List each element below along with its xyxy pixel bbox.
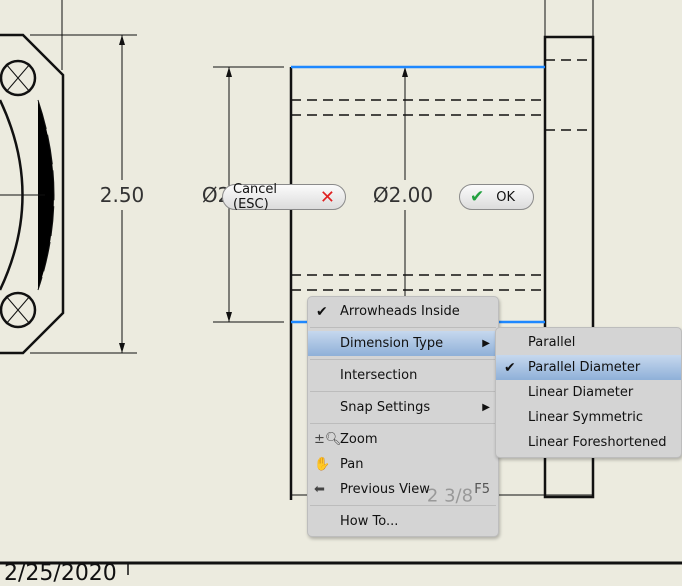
menu-label: Pan (340, 457, 364, 472)
menu-label: Previous View (340, 482, 430, 497)
separator (310, 359, 496, 360)
menu-item-snap-settings[interactable]: Snap Settings ▶ (308, 395, 498, 420)
check-icon: ✔ (504, 359, 516, 376)
menu-item-pan[interactable]: ✋ Pan (308, 452, 498, 477)
menu-label: Parallel Diameter (528, 360, 641, 375)
dimension-diameter-preview[interactable]: Ø2.00 (373, 183, 433, 207)
title-block-date: 2/25/2020 (4, 561, 117, 586)
ok-button[interactable]: ✔ OK (459, 184, 534, 210)
menu-item-previous-view[interactable]: ⬅ Previous View F5 (308, 477, 498, 502)
hand-icon: ✋ (314, 457, 331, 472)
menu-label: Dimension Type (340, 336, 444, 351)
dimension-2-50[interactable]: 2.50 (100, 183, 145, 207)
menu-label: Arrowheads Inside (340, 304, 460, 319)
separator (310, 505, 496, 506)
submenu-arrow-icon: ▶ (482, 338, 490, 349)
submenu-item-linear-symmetric[interactable]: Linear Symmetric (496, 405, 681, 430)
menu-label: How To... (340, 514, 399, 529)
ok-label: OK (496, 189, 516, 205)
menu-label: Zoom (340, 432, 378, 447)
cancel-button[interactable]: Cancel (ESC) ✕ (222, 182, 346, 212)
menu-label: Linear Foreshortened (528, 435, 667, 450)
checkmark-icon: ✔ (470, 187, 485, 207)
menu-label: Intersection (340, 368, 418, 383)
dimension-type-submenu: Parallel ✔ Parallel Diameter Linear Diame… (495, 327, 682, 458)
menu-item-how-to[interactable]: How To... (308, 509, 498, 534)
shortcut-label: F5 (474, 482, 490, 497)
cancel-label: Cancel (ESC) (233, 182, 278, 212)
menu-label: Parallel (528, 335, 576, 350)
separator (310, 327, 496, 328)
submenu-item-parallel-diameter[interactable]: ✔ Parallel Diameter (496, 355, 681, 380)
menu-label: Linear Diameter (528, 385, 634, 400)
zoom-icon: ±🔍︎ (314, 432, 342, 447)
previous-view-icon: ⬅ (314, 482, 325, 497)
menu-item-dimension-type[interactable]: Dimension Type ▶ (308, 331, 498, 356)
menu-item-arrowheads-inside[interactable]: ✔ Arrowheads Inside (308, 299, 498, 324)
menu-label: Snap Settings (340, 400, 431, 415)
submenu-item-linear-foreshortened[interactable]: Linear Foreshortened (496, 430, 681, 455)
menu-item-zoom[interactable]: ±🔍︎ Zoom (308, 427, 498, 452)
separator (310, 423, 496, 424)
menu-label: Linear Symmetric (528, 410, 644, 425)
separator (310, 391, 496, 392)
submenu-item-parallel[interactable]: Parallel (496, 330, 681, 355)
menu-item-intersection[interactable]: Intersection (308, 363, 498, 388)
submenu-item-linear-diameter[interactable]: Linear Diameter (496, 380, 681, 405)
check-icon: ✔ (316, 303, 328, 320)
x-icon: ✕ (319, 186, 335, 208)
submenu-arrow-icon: ▶ (482, 402, 490, 413)
context-menu: ✔ Arrowheads Inside Dimension Type ▶ Inter… (307, 296, 499, 537)
